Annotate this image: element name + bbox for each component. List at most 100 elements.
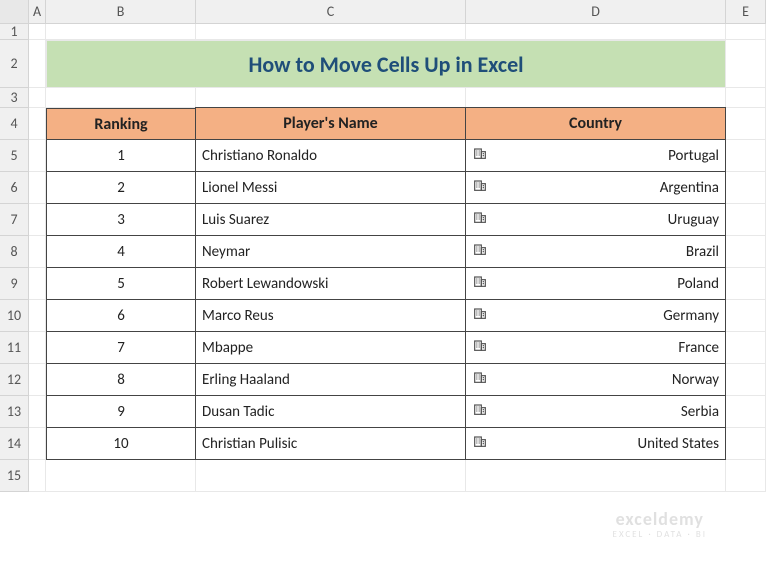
player-cell-5[interactable]: Marco Reus <box>195 299 466 332</box>
cell-E6[interactable] <box>726 172 766 204</box>
row-header-13[interactable]: 13 <box>0 396 29 428</box>
header-ranking[interactable]: Ranking <box>46 108 196 140</box>
row-header-4[interactable]: 4 <box>0 108 29 140</box>
player-cell-7[interactable]: Erling Haaland <box>195 363 466 396</box>
building-icon <box>472 209 488 230</box>
rank-cell-5[interactable]: 6 <box>46 299 196 332</box>
player-cell-8[interactable]: Dusan Tadic <box>195 395 466 428</box>
country-cell-5[interactable]: Germany <box>465 299 726 332</box>
rank-cell-3[interactable]: 4 <box>46 235 196 268</box>
row-header-7[interactable]: 7 <box>0 204 29 236</box>
country-cell-2[interactable]: Uruguay <box>465 203 726 236</box>
player-cell-2[interactable]: Luis Suarez <box>195 203 466 236</box>
cell-B3[interactable] <box>46 88 196 108</box>
cell-E12[interactable] <box>726 364 766 396</box>
player-cell-1[interactable]: Lionel Messi <box>195 171 466 204</box>
cell-A10[interactable] <box>29 300 46 332</box>
cell-A7[interactable] <box>29 204 46 236</box>
cell-B1[interactable] <box>46 24 196 40</box>
rank-cell-6[interactable]: 7 <box>46 331 196 364</box>
rank-value: 7 <box>117 339 125 357</box>
col-header-E[interactable]: E <box>726 0 766 24</box>
col-header-A[interactable]: A <box>29 0 46 24</box>
cell-D1[interactable] <box>466 24 726 40</box>
rank-cell-8[interactable]: 9 <box>46 395 196 428</box>
row-header-10[interactable]: 10 <box>0 300 29 332</box>
rank-cell-9[interactable]: 10 <box>46 427 196 460</box>
header-country[interactable]: Country <box>465 107 726 140</box>
cell-A11[interactable] <box>29 332 46 364</box>
cell-E11[interactable] <box>726 332 766 364</box>
col-header-C[interactable]: C <box>196 0 466 24</box>
row-header-6[interactable]: 6 <box>0 172 29 204</box>
row-header-8[interactable]: 8 <box>0 236 29 268</box>
cell-E10[interactable] <box>726 300 766 332</box>
country-cell-1[interactable]: Argentina <box>465 171 726 204</box>
country-name: Brazil <box>686 243 719 261</box>
cell-E14[interactable] <box>726 428 766 460</box>
cell-A5[interactable] <box>29 140 46 172</box>
rank-cell-0[interactable]: 1 <box>46 139 196 172</box>
header-player[interactable]: Player's Name <box>195 107 466 140</box>
country-cell-3[interactable]: Brazil <box>465 235 726 268</box>
player-cell-0[interactable]: Christiano Ronaldo <box>195 139 466 172</box>
cell-A4[interactable] <box>29 108 46 140</box>
row-header-14[interactable]: 14 <box>0 428 29 460</box>
watermark-bottom: EXCEL · DATA · BI <box>613 530 707 540</box>
col-header-B[interactable]: B <box>46 0 196 24</box>
cell-B15[interactable] <box>46 460 196 492</box>
cell-E13[interactable] <box>726 396 766 428</box>
cell-E5[interactable] <box>726 140 766 172</box>
cell-A12[interactable] <box>29 364 46 396</box>
cell-C15[interactable] <box>196 460 466 492</box>
cell-A15[interactable] <box>29 460 46 492</box>
country-cell-7[interactable]: Norway <box>465 363 726 396</box>
row-header-3[interactable]: 3 <box>0 88 29 108</box>
player-cell-6[interactable]: Mbappe <box>195 331 466 364</box>
country-cell-4[interactable]: Poland <box>465 267 726 300</box>
cell-A8[interactable] <box>29 236 46 268</box>
cell-A2[interactable] <box>29 40 46 88</box>
row-header-11[interactable]: 11 <box>0 332 29 364</box>
cell-E7[interactable] <box>726 204 766 236</box>
cell-E8[interactable] <box>726 236 766 268</box>
cell-E4[interactable] <box>726 108 766 140</box>
row-header-9[interactable]: 9 <box>0 268 29 300</box>
cell-A1[interactable] <box>29 24 46 40</box>
rank-value: 9 <box>117 403 125 421</box>
rank-cell-2[interactable]: 3 <box>46 203 196 236</box>
rank-cell-7[interactable]: 8 <box>46 363 196 396</box>
cell-A9[interactable] <box>29 268 46 300</box>
cell-E3[interactable] <box>726 88 766 108</box>
col-header-D[interactable]: D <box>466 0 726 24</box>
cell-A6[interactable] <box>29 172 46 204</box>
cell-A3[interactable] <box>29 88 46 108</box>
country-cell-9[interactable]: United States <box>465 427 726 460</box>
player-cell-3[interactable]: Neymar <box>195 235 466 268</box>
cell-E1[interactable] <box>726 24 766 40</box>
rank-cell-4[interactable]: 5 <box>46 267 196 300</box>
cell-A14[interactable] <box>29 428 46 460</box>
row-header-2[interactable]: 2 <box>0 40 29 88</box>
cell-C1[interactable] <box>196 24 466 40</box>
country-cell-6[interactable]: France <box>465 331 726 364</box>
row-header-12[interactable]: 12 <box>0 364 29 396</box>
row-header-1[interactable]: 1 <box>0 24 29 40</box>
select-all-corner[interactable] <box>0 0 29 24</box>
player-cell-4[interactable]: Robert Lewandowski <box>195 267 466 300</box>
cell-C3[interactable] <box>196 88 466 108</box>
cell-E15[interactable] <box>726 460 766 492</box>
cell-D15[interactable] <box>466 460 726 492</box>
cell-D3[interactable] <box>466 88 726 108</box>
cell-E9[interactable] <box>726 268 766 300</box>
country-cell-8[interactable]: Serbia <box>465 395 726 428</box>
rank-cell-1[interactable]: 2 <box>46 171 196 204</box>
player-cell-9[interactable]: Christian Pulisic <box>195 427 466 460</box>
row-header-5[interactable]: 5 <box>0 140 29 172</box>
cell-A13[interactable] <box>29 396 46 428</box>
cell-E2[interactable] <box>726 40 766 88</box>
row-header-15[interactable]: 15 <box>0 460 29 492</box>
country-cell-0[interactable]: Portugal <box>465 139 726 172</box>
player-name: Marco Reus <box>202 307 274 325</box>
title-cell[interactable]: How to Move Cells Up in Excel <box>46 40 726 88</box>
